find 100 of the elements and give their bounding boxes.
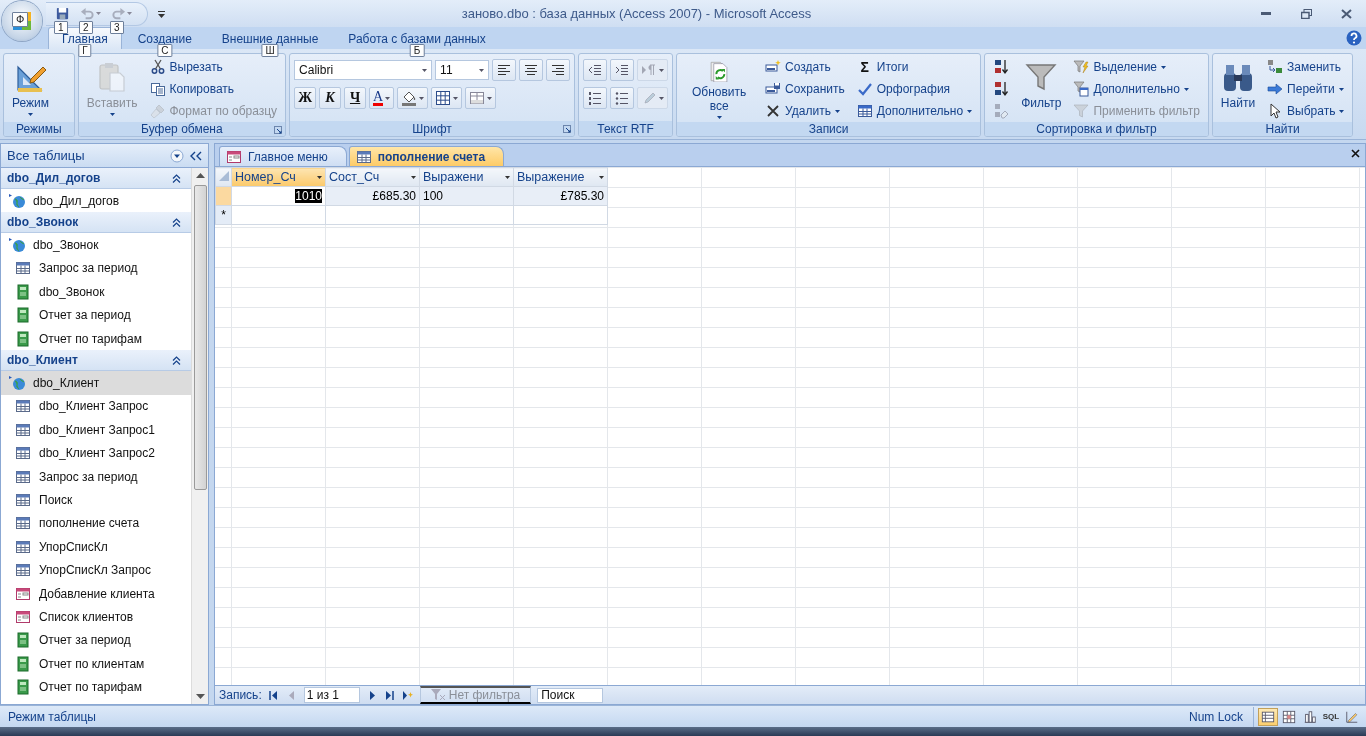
format-button[interactable]: A [369,87,395,109]
close-icon[interactable] [1351,149,1360,158]
toolbar-button[interactable] [519,59,544,81]
combo-box[interactable]: 11 [435,60,490,80]
caret-icon [96,12,101,15]
bullet-list-icon [614,90,631,106]
nav-item[interactable]: dbo_Звонок [1,280,191,304]
nav-item[interactable]: Список клиентов [1,605,191,629]
nav-item[interactable]: Отчет по тарифам [1,326,191,351]
first-record-icon [268,690,279,700]
new-record-button[interactable] [401,690,414,700]
nav-item[interactable]: Добавление клиента [1,581,191,606]
search-field[interactable]: Поиск [537,687,604,703]
chevron-icon[interactable] [172,355,181,365]
toolbar-button[interactable] [546,59,571,81]
delete-icon [765,103,782,119]
pivot-table-icon [1282,709,1296,724]
group-header[interactable]: dbo_Звонок [1,212,191,234]
group-header[interactable]: dbo_Клиент [1,350,191,372]
nav-item[interactable]: УпорСписКл Запрос [1,558,191,582]
ribbon-button[interactable]: Режим [8,56,53,122]
group-header[interactable]: dbo_Дил_догов [1,168,191,189]
nav-item[interactable]: dbo_Клиент [1,371,191,395]
toolbar-button[interactable] [431,87,463,109]
document-tab[interactable]: пополнение счета [348,146,505,166]
toolbar-button[interactable] [492,59,517,81]
ribbon-button[interactable]: Σ Итоги [852,56,977,78]
ribbon-button[interactable]: Дополнительно [1069,78,1204,100]
format-button[interactable]: Ж [294,87,317,109]
last-record-button[interactable] [383,690,396,700]
nav-item[interactable]: Запрос за период [1,256,191,281]
scroll-up-icon[interactable] [195,173,205,178]
ribbon-button[interactable]: Выделение [1069,56,1204,78]
help-icon[interactable] [1346,30,1362,46]
pane-title[interactable]: Все таблицы [7,148,164,163]
column-header[interactable]: Номер_Сч [231,167,326,187]
column-header[interactable]: Выражение [513,167,608,187]
ribbon-button[interactable]: Создать [761,56,849,78]
nav-item[interactable]: Отчет по тарифам [1,675,191,699]
keytip: 3 [110,21,124,34]
dropdown-circle-icon[interactable] [170,148,184,163]
view-button[interactable]: SQL [1321,707,1341,726]
nav-item[interactable]: Отчет за период [1,628,191,653]
caret-icon [479,68,485,72]
ribbon-button[interactable]: Удалить [761,100,849,122]
format-button[interactable]: К [319,87,342,109]
design-view-icon [1345,709,1359,724]
nav-item[interactable]: Поиск [1,488,191,512]
new-record-icon [402,690,413,700]
ribbon-button[interactable]: Выбрать [1263,100,1349,122]
report-icon [15,330,31,347]
collapse-pane-icon[interactable] [190,150,202,161]
ribbon-button[interactable]: Найти [1216,56,1260,122]
toolbar-button[interactable] [583,59,608,81]
dialog-launcher-icon[interactable] [563,125,572,133]
dialog-launcher-icon[interactable] [274,126,283,134]
ribbon-button[interactable]: Вырезать [145,56,282,78]
nav-item[interactable]: dbo_Дил_догов [1,189,191,213]
linked-globe-icon [9,192,25,209]
nav-item[interactable]: УпорСписКл [1,535,191,559]
caret-icon [505,175,510,179]
format-button[interactable]: Ч [344,87,367,109]
ribbon-button[interactable]: Фильтр [1017,56,1066,122]
nav-item[interactable]: dbo_Звонок [1,233,191,257]
caret-icon [127,12,132,15]
nav-item[interactable]: Отчет по клиентам [1,652,191,676]
nav-item[interactable]: пополнение счета [1,511,191,536]
document-tab[interactable]: Главное меню [219,146,347,166]
chevron-icon[interactable] [172,217,181,227]
ribbon-button[interactable]: Сохранить [761,78,849,100]
column-header[interactable]: Выражени [419,167,514,187]
chevron-icon[interactable] [172,173,181,183]
caret-icon [453,96,459,100]
column-header[interactable]: Сост_Сч [325,167,420,187]
toolbar-button[interactable] [610,87,635,109]
ribbon-button[interactable]: Перейти [1263,78,1349,100]
scroll-down-icon[interactable] [195,694,205,699]
toolbar-button[interactable] [610,59,635,81]
query-icon [15,260,31,277]
combo-box[interactable]: Calibri [294,60,433,80]
ribbon-button[interactable]: Дополнительно [852,100,977,122]
toolbar-button[interactable] [397,87,429,109]
minimize-icon [1261,12,1271,15]
first-record-button[interactable] [267,690,280,700]
query-icon [15,538,31,555]
nav-item[interactable]: dbo_Клиент Запрос2 [1,441,191,465]
ribbon-button[interactable]: Обновить все [681,56,758,122]
nav-item[interactable]: Запрос за период [1,464,191,489]
ribbon-button[interactable]: Копировать [145,78,282,100]
ribbon-button[interactable]: Заменить [1263,56,1349,78]
nav-item[interactable]: Отчет за период [1,303,191,327]
ribbon-button[interactable]: Орфография [852,78,977,100]
nav-item[interactable]: dbo_Клиент Запрос1 [1,418,191,442]
nav-item[interactable]: dbo_Клиент Запрос [1,394,191,419]
scrollbar[interactable] [191,168,208,704]
toolbar-button[interactable] [583,87,608,109]
record-position-field[interactable]: 1 из 1 [303,687,360,703]
group-name: dbo_Дил_догов [7,171,101,185]
group-label: Режимы [16,122,62,136]
view-button[interactable] [1258,707,1278,726]
